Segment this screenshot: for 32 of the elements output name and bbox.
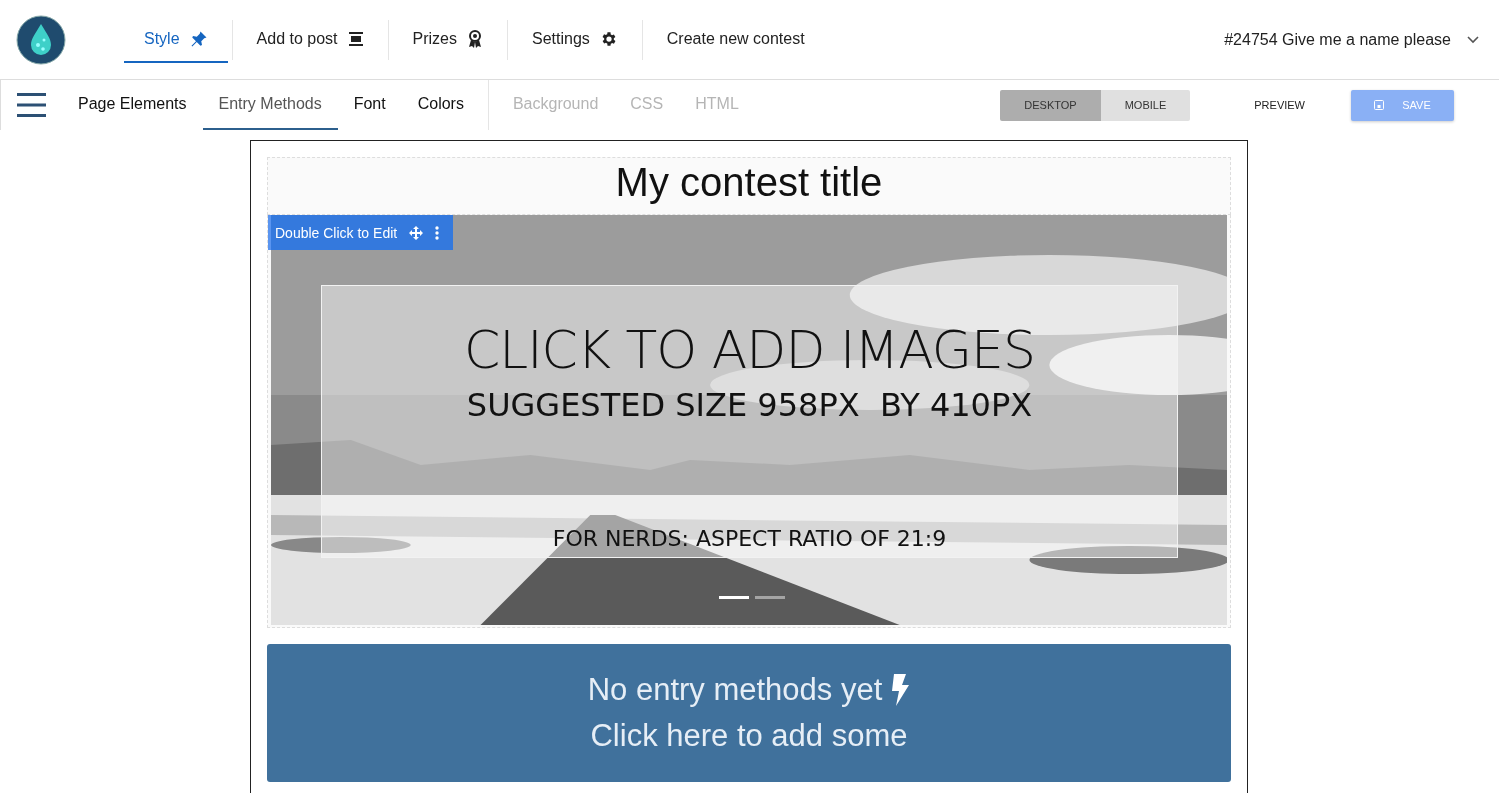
logo-icon[interactable] — [16, 14, 66, 65]
editor-tab[interactable]: Entry Methods — [202, 80, 338, 130]
editor-tab[interactable]: Colors — [401, 80, 480, 130]
frame-icon — [347, 30, 364, 47]
size-hint: SUGGESTED SIZE 958PX BY 410PX — [466, 386, 1033, 424]
nav-tab[interactable]: Create new contest — [646, 16, 825, 63]
award-icon — [467, 29, 483, 48]
image-placeholder[interactable]: CLICK TO ADD IMAGES SUGGESTED SIZE 958PX BY 410PX FOR NERDS: ASPECT RATIO OF 21:9 — [321, 285, 1178, 558]
nav-tab[interactable]: Settings — [512, 16, 638, 63]
placeholder-heading: CLICK TO ADD IMAGES — [464, 320, 1035, 380]
view-toggle[interactable]: DESKTOP — [1000, 89, 1101, 121]
ratio-hint: FOR NERDS: ASPECT RATIO OF 21:9 — [552, 526, 947, 551]
edit-hint: Double Click to Edit — [275, 224, 398, 241]
nav-tab[interactable]: Add to post — [236, 16, 384, 63]
contest-title[interactable]: My contest title — [267, 157, 1231, 215]
chevron-down-icon — [1467, 35, 1479, 44]
view-toggle[interactable]: MOBILE — [1100, 89, 1191, 121]
add-hint: Click here to add some — [590, 718, 908, 754]
floppy-icon — [1374, 100, 1385, 110]
move-icon[interactable] — [409, 225, 424, 240]
entry-methods-box[interactable]: No entry methods yet Click here to add some — [267, 644, 1231, 782]
menu-icon[interactable] — [17, 93, 46, 117]
editor-tab[interactable]: Font — [337, 80, 402, 130]
nav-tab[interactable]: Style — [124, 16, 228, 63]
editor-tab[interactable]: Page Elements — [62, 80, 203, 130]
preview-button[interactable]: PREVIEW — [1248, 98, 1311, 112]
lightning-icon — [890, 674, 911, 706]
empty-message: No entry methods yet — [587, 672, 883, 708]
more-icon[interactable] — [435, 225, 440, 240]
nav-tab[interactable]: Prizes — [392, 16, 503, 63]
pin-icon — [189, 29, 208, 48]
contest-selector[interactable]: #24754 Give me a name please — [1224, 30, 1483, 49]
